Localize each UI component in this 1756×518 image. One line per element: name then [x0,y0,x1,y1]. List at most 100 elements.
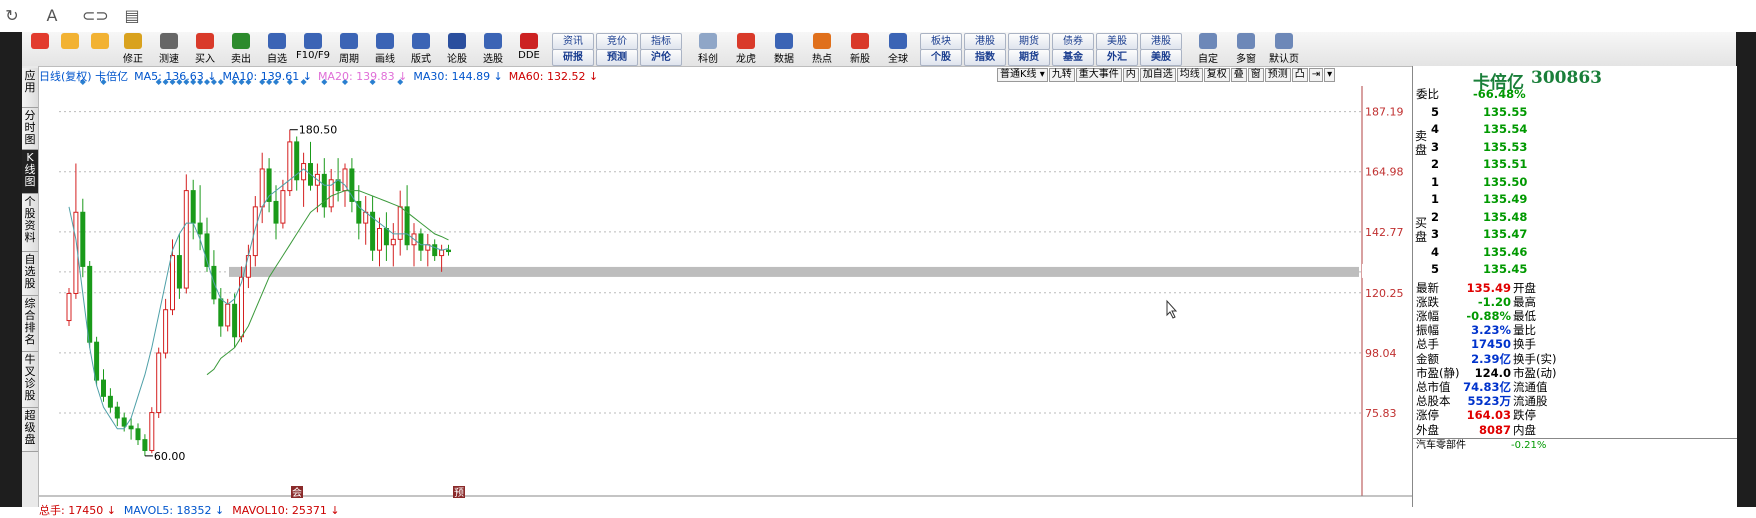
toolbar-pe-button[interactable]: 数据 [766,32,802,66]
sector-change: -0.21% [1511,439,1547,451]
chart-tool-button[interactable]: 凸 [1291,68,1308,82]
stat-label-right: 开盘 [1513,280,1536,295]
side-tab[interactable]: 应用 [22,68,38,108]
toolbar-sell-button[interactable]: 卖出 [224,32,258,66]
toolbar-tech-button[interactable]: 科创 [690,32,726,66]
side-tab[interactable]: K线图 [22,150,38,194]
toolbar-market-button[interactable]: 港股 [964,33,1006,50]
chart-tool-button[interactable]: 预测 [1264,68,1291,82]
toolbar-back-arrow-button[interactable] [56,32,84,66]
chart-title: 日线(复权) 卡倍亿 [39,70,129,83]
toolbar-multi-window-button[interactable]: 多窗 [1228,32,1264,66]
refresh-icon[interactable]: ↻ [2,6,22,26]
stat-label-right: 流通股 [1513,394,1548,409]
kline-chart-panel[interactable]: 187.19164.98142.77127.96120.2598.0475.83… [39,66,1412,517]
candle-body [114,406,120,419]
quote-stat-row: 涨停 164.03 跌停 [1413,408,1737,422]
kline-chart[interactable]: 187.19164.98142.77127.96120.2598.0475.83… [39,66,1412,507]
stat-value: 74.83亿 [1463,379,1511,394]
toolbar-market-button[interactable]: 外汇 [1096,49,1138,66]
toolbar-hot-button[interactable]: 热点 [804,32,840,66]
toolbar-grid-button[interactable]: 沪伦 [640,49,682,66]
toolbar-select-stock-button[interactable]: 选股 [476,32,510,66]
discuss-icon [448,33,466,49]
stat-label-right: 市盈(动) [1513,365,1557,380]
side-tab[interactable]: 分时图 [22,108,38,150]
toolbar-edit-button[interactable]: 修正 [116,32,150,66]
toolbar-discuss-button[interactable]: 论股 [440,32,474,66]
side-tab[interactable]: 个股资料 [22,194,38,252]
chart-tool-button[interactable]: 内 [1122,68,1139,82]
app-logo-icon [31,33,49,49]
toolbar-market-button[interactable]: 基金 [1052,49,1094,66]
toolbar-dde-button[interactable]: DDE [512,32,546,66]
chart-tool-button[interactable]: ⇥ [1308,68,1324,82]
toolbar-custom-button[interactable]: 自定 [1190,32,1226,66]
side-tab[interactable]: 牛叉诊股 [22,352,38,408]
toolbar-layout-button[interactable]: 版式 [404,32,438,66]
date-marker: 会 [292,486,302,499]
toolbar-market-button[interactable]: 港股 [1140,33,1182,50]
y-tick-label: 164.98 [1365,166,1404,179]
toolbar-market-button[interactable]: 个股 [920,49,962,66]
link-icon[interactable]: ⊂⊃ [82,6,109,26]
font-icon[interactable]: A [42,6,62,26]
buy-level-row: 3 135.47 [1413,226,1737,243]
quote-stat-row: 总手 17450 换手 [1413,337,1737,351]
pe-icon [775,33,793,49]
new-stock-icon [851,33,869,49]
toolbar-market-button[interactable]: 美股 [1096,33,1138,50]
chart-tool-button[interactable]: ▾ [1324,68,1336,82]
quote-stat-row: 市盈(静) 124.0 市盈(动) [1413,366,1737,380]
chart-tool-button[interactable]: 窗 [1247,68,1264,82]
toolbar-market-button[interactable]: 美股 [1140,49,1182,66]
stat-value: 135.49 [1466,280,1511,295]
chart-tool-button[interactable]: 复权 [1203,68,1230,82]
layout-icon[interactable]: ▤ [122,6,142,26]
side-tab-char: 名 [24,333,36,346]
chart-tool-button[interactable]: 加自选 [1139,68,1176,82]
toolbar-button-label: 龙虎 [736,54,756,65]
hot-icon [813,33,831,49]
toolbar-market-button[interactable]: 期货 [1008,49,1050,66]
toolbar-speedometer-button[interactable]: 测速 [152,32,186,66]
side-tab[interactable]: 自选股 [22,252,38,296]
toolbar-star-button[interactable]: 自选 [260,32,294,66]
chart-tool-button[interactable]: 普通K线 ▾ [997,68,1048,82]
candle-body [128,425,134,430]
chart-tool-button[interactable]: 重大事件 [1075,68,1122,82]
toolbar-pen-button[interactable]: 画线 [368,32,402,66]
side-tab[interactable]: 超级盘 [22,408,38,452]
chart-tool-button[interactable]: 均线 [1176,68,1203,82]
toolbar-market-button[interactable]: 指数 [964,49,1006,66]
toolbar-buy-button[interactable]: 买入 [188,32,222,66]
chart-tool-button[interactable]: 九转 [1048,68,1075,82]
toolbar-up-down-arrows-button[interactable] [86,32,114,66]
candle-body [446,249,451,253]
chart-tools-bar: 普通K线 ▾ 九转 重大事件内加自选 均线 复权叠窗预测凸 ⇥ ▾ [997,68,1336,82]
toolbar-new-stock-button[interactable]: 新股 [842,32,878,66]
sell-price: 135.53 [1483,139,1528,154]
toolbar-f10-button[interactable]: F10/F9 [296,32,330,66]
toolbar-grid-button[interactable]: 指标 [640,33,682,50]
toolbar-grid-button[interactable]: 资讯 [552,33,594,50]
toolbar-market-button[interactable]: 债券 [1052,33,1094,50]
browser-toolbar: ↻ A ⊂⊃ ▤ [0,0,1756,33]
stat-label: 总股本 [1416,394,1451,409]
chart-tool-button[interactable]: 叠 [1230,68,1247,82]
y-tick-label: 187.19 [1365,106,1404,119]
sell-level: 5 [1431,104,1440,119]
side-tab[interactable]: 综合排名 [22,296,38,352]
toolbar-default-page-button[interactable]: 默认页 [1266,32,1302,66]
toolbar-app-logo-button[interactable] [26,32,54,66]
stat-label: 振幅 [1416,323,1439,338]
toolbar-grid-button[interactable]: 研报 [552,49,594,66]
toolbar-grid-button[interactable]: 竞价 [596,33,638,50]
toolbar-market-button[interactable]: 板块 [920,33,962,50]
toolbar-clock-button[interactable]: 周期 [332,32,366,66]
toolbar-globe-button[interactable]: 全球 [880,32,916,66]
toolbar-grid-button[interactable]: 预测 [596,49,638,66]
mouse-cursor-icon [1166,299,1178,319]
toolbar-dragon-button[interactable]: 龙虎 [728,32,764,66]
toolbar-market-button[interactable]: 期货 [1008,33,1050,50]
